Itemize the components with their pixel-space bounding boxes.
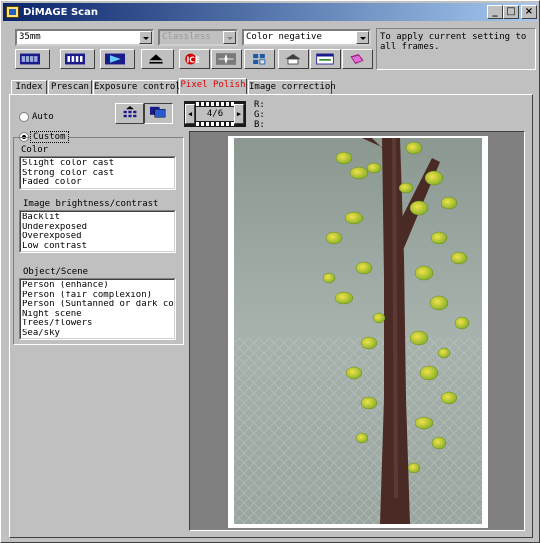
list-item[interactable]: Person (fair complexion) [22,291,173,301]
tab-prescan[interactable]: Prescan [48,80,92,95]
film-type-select[interactable]: 35mm [15,29,154,46]
rgb-r-readout: R: [254,100,265,110]
batch-button[interactable] [244,49,275,69]
list-item[interactable]: Faded color [22,178,173,188]
auto-label[interactable]: Auto [32,112,54,122]
color-mode-select[interactable]: Color negative [242,29,371,46]
film-perforation [196,122,234,126]
title-bar[interactable]: DiMAGE Scan _ □ × [3,3,538,21]
list-item[interactable]: Backlit [22,213,173,223]
preferences-icon [316,53,334,65]
help-button[interactable] [342,49,373,69]
rgb-g-readout: G: [254,110,265,120]
window-title: DiMAGE Scan [23,6,98,18]
index-scan-icon [20,53,40,65]
preferences-button[interactable] [310,49,341,69]
close-button[interactable]: × [521,5,537,19]
color-list[interactable]: Slight color cast Strong color cast Fade… [19,156,176,190]
eject-button[interactable] [141,49,174,69]
frame-counter: 4/6 [196,107,234,121]
scene-list[interactable]: Person (enhance) Person (fair complexion… [19,278,176,340]
color-label: Color [21,145,49,155]
brightness-label: Image brightness/contrast [23,199,159,209]
prescan-icon [65,53,85,65]
film-perforation [196,102,234,106]
list-item[interactable]: Low contrast [22,242,173,252]
prescan-button[interactable] [60,49,95,69]
list-item[interactable]: Person (Suntanned or dark comple [22,300,173,310]
brightness-list[interactable]: Backlit Underexposed Overexposed Low con… [19,210,176,253]
compare-icon [150,106,166,118]
maximize-button[interactable]: □ [503,5,519,19]
scan-button[interactable] [100,49,135,69]
tab-index[interactable]: Index [11,80,47,95]
easy-scan-button[interactable] [211,49,242,69]
tree-photo [234,138,482,524]
apply-all-button[interactable] [115,103,144,124]
film-brand-select: Classless [158,29,238,46]
preview-area[interactable] [189,131,525,531]
home-icon [285,54,301,65]
chevron-down-icon [223,31,236,44]
help-icon [350,54,364,64]
list-item[interactable]: Trees/flowers [22,319,173,329]
home-button[interactable] [278,49,309,69]
film-type-value: 35mm [19,32,41,42]
color-mode-value: Color negative [246,32,322,42]
index-scan-button[interactable] [15,49,50,69]
ice-icon: ICE [185,53,200,65]
tab-pixel-polish[interactable]: Pixel Polish [179,78,247,95]
chevron-down-icon[interactable] [356,31,369,44]
app-icon [6,6,19,18]
preview-image[interactable] [228,136,488,528]
list-item[interactable]: Sea/sky [22,329,173,339]
frame-navigator: ◀ 4/6 ▶ [184,101,246,127]
minimize-button[interactable]: _ [487,5,503,19]
list-item[interactable]: Underexposed [22,223,173,233]
eject-icon [149,54,163,64]
hint-text: To apply current setting to all frames. [376,28,536,70]
list-item[interactable]: Slight color cast [22,159,173,169]
list-item[interactable]: Person (enhance) [22,281,173,291]
tab-image-correction[interactable]: Image correction [248,80,336,95]
ice-button[interactable]: ICE [179,49,210,69]
rgb-b-readout: B: [254,120,265,130]
easy-scan-icon [216,53,236,65]
main-window: DiMAGE Scan _ □ × 35mm Classless Color n… [0,0,540,543]
apply-all-icon [123,106,137,118]
list-item[interactable]: Overexposed [22,232,173,242]
custom-label[interactable]: Custom [30,131,69,143]
film-brand-value: Classless [162,32,211,42]
auto-radio[interactable] [19,112,29,122]
list-item[interactable]: Night scene [22,310,173,320]
prev-frame-button[interactable]: ◀ [185,104,195,124]
list-item[interactable]: Strong color cast [22,169,173,179]
next-frame-button[interactable]: ▶ [234,104,244,124]
chevron-down-icon[interactable] [139,31,152,44]
batch-icon [253,54,266,65]
scan-icon [105,53,125,65]
tab-exposure-control[interactable]: Exposure control [93,80,181,95]
scene-label: Object/Scene [23,267,89,277]
svg-text:ICE: ICE [187,55,200,64]
compare-button[interactable] [144,103,173,124]
